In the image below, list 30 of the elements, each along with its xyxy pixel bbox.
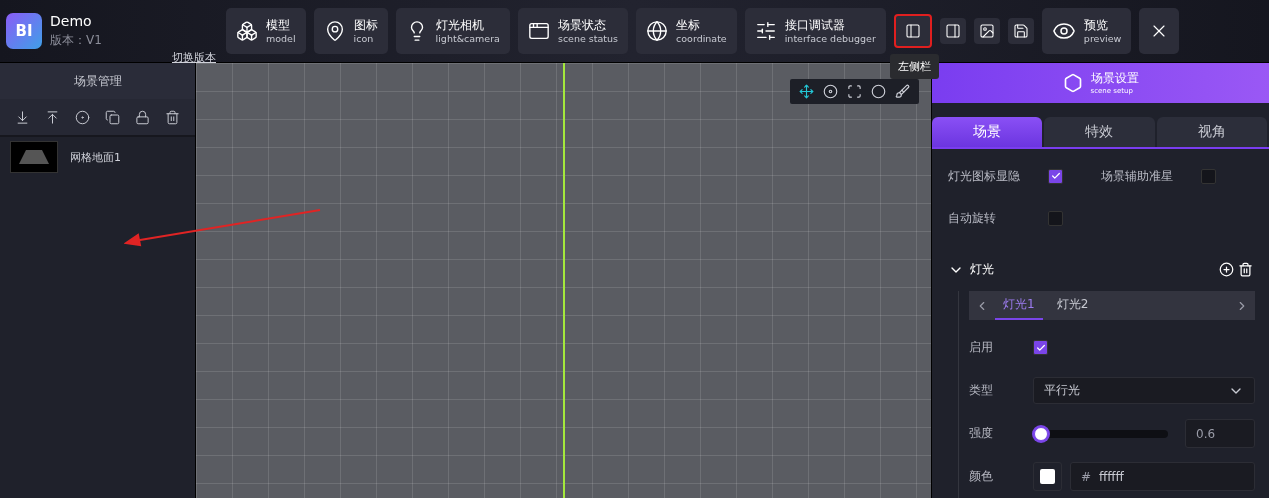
- toolbar-button[interactable]: 接口调试器 interface debugger: [744, 8, 886, 54]
- toolbar-button[interactable]: 灯光相机 light&camera: [395, 8, 510, 54]
- scene-item[interactable]: 网格地面1: [0, 137, 195, 177]
- option-label: 自动旋转: [948, 210, 997, 228]
- light-tab[interactable]: 灯光2: [1048, 291, 1097, 320]
- tab[interactable]: 特效: [1044, 116, 1155, 147]
- toolbar-button[interactable]: 坐标 coordinate: [636, 8, 737, 54]
- toolbar-button[interactable]: 图标 icon: [313, 8, 388, 54]
- version-label: 版本：V1: [50, 32, 102, 49]
- field-label: 颜色: [969, 468, 994, 485]
- light-tab[interactable]: 灯光1: [995, 291, 1043, 320]
- panel-title: 场景管理: [0, 63, 195, 99]
- tab[interactable]: 视角: [1156, 116, 1267, 147]
- toolbar-button[interactable]: 场景状态 scene status: [517, 8, 629, 54]
- section-header[interactable]: 灯光: [948, 261, 994, 279]
- option-label: 灯光图标显隐: [948, 167, 1021, 185]
- app-logo: BI: [6, 13, 42, 49]
- type-select[interactable]: 平行光: [1033, 377, 1255, 404]
- color-input[interactable]: # ffffff: [1070, 462, 1255, 491]
- field-label: 启用: [969, 339, 994, 356]
- toolbar-button[interactable]: 预览 preview: [1041, 8, 1132, 54]
- field-label: 强度: [969, 425, 994, 442]
- field-label: 类型: [969, 382, 994, 399]
- option-label: 场景辅助准星: [1101, 167, 1174, 185]
- intensity-input[interactable]: 0.6: [1185, 419, 1255, 448]
- toolbar-button[interactable]: 模型 model: [226, 8, 306, 54]
- switch-version-link[interactable]: 切换版本: [172, 50, 216, 65]
- app-name: Demo: [50, 13, 93, 29]
- tab[interactable]: 场景: [932, 116, 1043, 147]
- tooltip: 左侧栏: [889, 54, 939, 79]
